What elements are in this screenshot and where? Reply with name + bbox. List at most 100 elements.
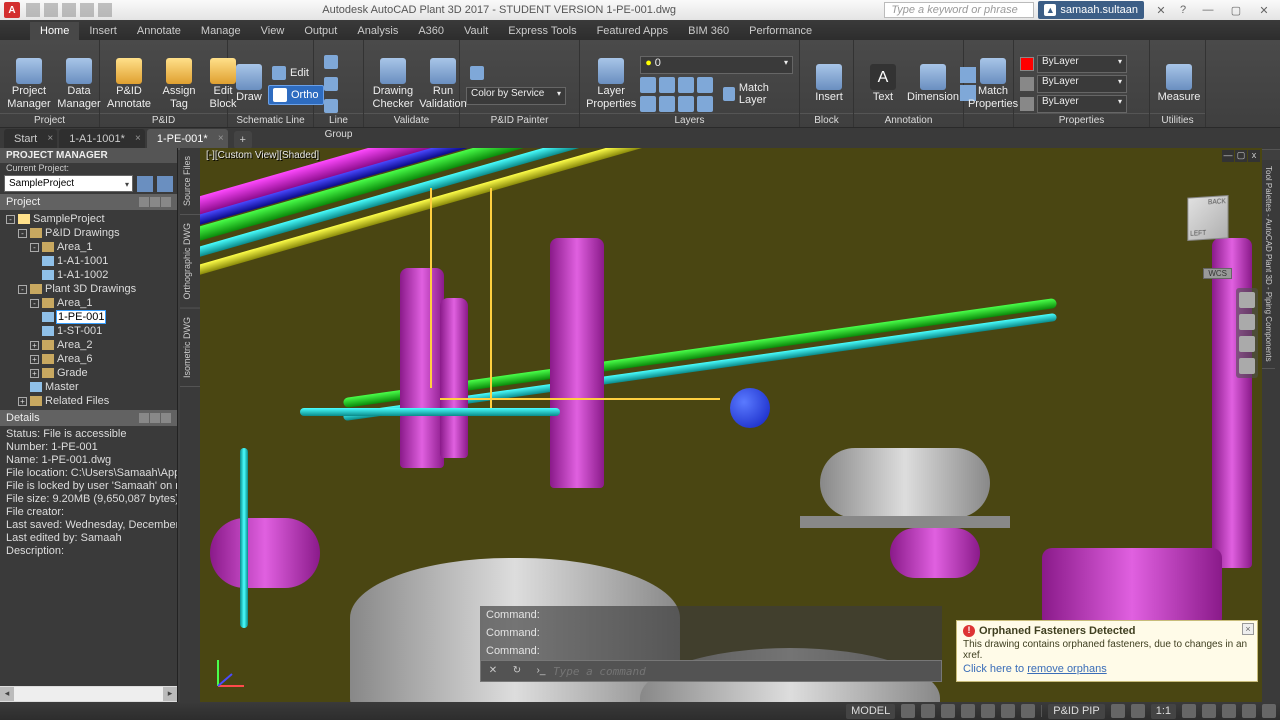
side-tab[interactable]: Source Files	[180, 148, 200, 215]
linetype-swatch[interactable]	[1020, 97, 1034, 111]
tree-node[interactable]: 1-PE-001	[0, 310, 177, 324]
isolate-icon[interactable]	[1222, 704, 1236, 718]
match-properties-button[interactable]: MatchProperties	[970, 58, 1016, 110]
nav-wheel-icon[interactable]	[1239, 292, 1255, 308]
tab-close-icon[interactable]: ×	[218, 131, 224, 147]
workspace-icon[interactable]	[1111, 704, 1125, 718]
nav-pan-icon[interactable]	[1239, 314, 1255, 330]
vp-max-icon[interactable]: ▢	[1235, 150, 1247, 162]
painter-apply-button[interactable]	[466, 63, 566, 83]
layer-dropdown[interactable]: ● 0	[640, 56, 793, 74]
qat-new-icon[interactable]	[26, 3, 40, 17]
user-menu[interactable]: ▲samaah.sultaan	[1038, 1, 1144, 19]
pm-pin-icon[interactable]	[161, 197, 171, 207]
lineweight-dropdown[interactable]: ByLayer	[1037, 75, 1127, 93]
tab-close-icon[interactable]: ×	[135, 131, 141, 147]
tree-node[interactable]: -Plant 3D Drawings	[0, 282, 177, 296]
color-swatch[interactable]	[1020, 57, 1034, 71]
model-space-button[interactable]: MODEL	[846, 704, 895, 719]
linegroup-btn2[interactable]	[320, 74, 342, 94]
layer-properties-button[interactable]: LayerProperties	[586, 58, 636, 110]
ribbon-tab-vault[interactable]: Vault	[454, 22, 498, 40]
tree-node[interactable]: -SampleProject	[0, 212, 177, 226]
side-tab[interactable]: Isometric DWG	[180, 309, 200, 387]
cmd-close-icon[interactable]: ✕	[485, 663, 501, 679]
ribbon-tab-performance[interactable]: Performance	[739, 22, 822, 40]
minimize-button[interactable]: —	[1196, 1, 1220, 19]
model-viewport[interactable]: [-][Custom View][Shaded] —▢x BACKLEFT WC…	[200, 148, 1262, 702]
maximize-button[interactable]: ▢	[1224, 1, 1248, 19]
pm-tool2-icon[interactable]	[157, 176, 173, 192]
pid-annotate-button[interactable]: P&IDAnnotate	[106, 58, 152, 110]
tool-palette-tab[interactable]: Tool Palettes - AutoCAD Plant 3D - Pipin…	[1262, 160, 1275, 369]
otrack-toggle-icon[interactable]	[1021, 704, 1035, 718]
close-button[interactable]: ✕	[1252, 1, 1276, 19]
insert-block-button[interactable]: Insert	[806, 64, 852, 103]
tree-node[interactable]: 1-ST-001	[0, 324, 177, 338]
navigation-bar[interactable]	[1236, 288, 1258, 378]
add-tab-button[interactable]: +	[234, 131, 252, 149]
project-manager-button[interactable]: ProjectManager	[6, 58, 52, 110]
doc-tab[interactable]: 1-PE-001*×	[147, 129, 228, 149]
draw-line-button[interactable]: Draw	[234, 64, 264, 103]
nav-zoom-icon[interactable]	[1239, 336, 1255, 352]
tree-node[interactable]: 1-A1-1002	[0, 268, 177, 282]
tree-node[interactable]: -Area_1	[0, 296, 177, 310]
ribbon-tab-bim-360[interactable]: BIM 360	[678, 22, 739, 40]
match-layer-button[interactable]: Match Layer	[719, 84, 793, 104]
ribbon-tab-a360[interactable]: A360	[408, 22, 454, 40]
data-manager-button[interactable]: DataManager	[56, 58, 102, 110]
viewport-label[interactable]: [-][Custom View][Shaded]	[206, 150, 319, 161]
ribbon-tab-home[interactable]: Home	[30, 22, 79, 40]
ribbon-tab-output[interactable]: Output	[294, 22, 347, 40]
ribbon-tab-featured-apps[interactable]: Featured Apps	[587, 22, 679, 40]
tree-node[interactable]: +Related Files	[0, 394, 177, 408]
ribbon-tab-annotate[interactable]: Annotate	[127, 22, 191, 40]
pidpip-button[interactable]: P&ID PIP	[1048, 704, 1104, 719]
command-line[interactable]: ✕ ↻ ›_	[480, 660, 942, 682]
hw-accel-icon[interactable]	[1202, 704, 1216, 718]
pm-tool1-icon[interactable]	[137, 176, 153, 192]
workspace-switch-icon[interactable]	[1182, 704, 1196, 718]
notification-close-icon[interactable]: ×	[1242, 623, 1254, 635]
vp-close-icon[interactable]: x	[1248, 150, 1260, 162]
ribbon-tab-insert[interactable]: Insert	[79, 22, 127, 40]
clean-screen-icon[interactable]	[1242, 704, 1256, 718]
text-button[interactable]: AText	[860, 64, 906, 103]
3dosnap-toggle-icon[interactable]	[1001, 704, 1015, 718]
doc-tab[interactable]: 1-A1-1001*×	[59, 129, 145, 149]
doc-tab[interactable]: Start×	[4, 129, 57, 149]
ribbon-tab-analysis[interactable]: Analysis	[347, 22, 408, 40]
exchange-icon[interactable]: ✕	[1152, 1, 1170, 19]
color-dropdown[interactable]: ByLayer	[1037, 55, 1127, 73]
dimension-button[interactable]: Dimension	[910, 64, 956, 103]
polar-toggle-icon[interactable]	[961, 704, 975, 718]
snap-toggle-icon[interactable]	[921, 704, 935, 718]
qat-redo-icon[interactable]	[98, 3, 112, 17]
keyword-search[interactable]: Type a keyword or phrase	[884, 2, 1034, 18]
pm-expand-icon[interactable]	[150, 197, 160, 207]
project-tree[interactable]: -SampleProject-P&ID Drawings-Area_11-A1-…	[0, 210, 177, 410]
wcs-badge[interactable]: WCS	[1203, 268, 1232, 279]
vp-min-icon[interactable]: —	[1222, 150, 1234, 162]
right-tool-palette[interactable]: Tool Palettes - AutoCAD Plant 3D - Pipin…	[1262, 160, 1280, 702]
assign-tag-button[interactable]: AssignTag	[156, 58, 202, 110]
linetype-dropdown[interactable]: ByLayer	[1037, 95, 1127, 113]
pm-collapse-icon[interactable]	[139, 197, 149, 207]
project-selector[interactable]: SampleProject	[4, 175, 133, 192]
linegroup-btn1[interactable]	[320, 52, 342, 72]
osnap-toggle-icon[interactable]	[981, 704, 995, 718]
viewcube[interactable]: BACKLEFT	[1178, 188, 1238, 248]
help-icon[interactable]: ?	[1174, 1, 1192, 19]
side-tab[interactable]: Orthographic DWG	[180, 215, 200, 309]
qat-open-icon[interactable]	[44, 3, 58, 17]
notification-link[interactable]: Click here to remove orphans	[963, 663, 1251, 675]
grid-toggle-icon[interactable]	[901, 704, 915, 718]
tree-node[interactable]: +Grade	[0, 366, 177, 380]
drawing-checker-button[interactable]: DrawingChecker	[370, 58, 416, 110]
tree-node[interactable]: -Area_1	[0, 240, 177, 254]
tree-node[interactable]: +Area_2	[0, 338, 177, 352]
app-logo[interactable]: A	[4, 2, 20, 18]
qat-undo-icon[interactable]	[80, 3, 94, 17]
pm-hscroll[interactable]: ◂▸	[0, 686, 177, 702]
